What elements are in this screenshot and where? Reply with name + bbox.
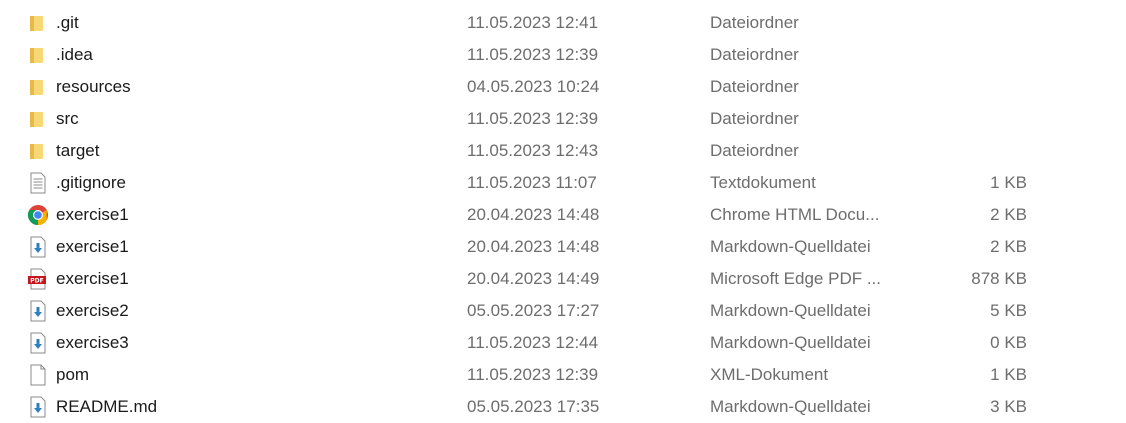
- blank-file-icon: [27, 364, 49, 386]
- file-date: 11.05.2023 11:07: [467, 173, 597, 192]
- file-row[interactable]: .idea 11.05.2023 12:39 Dateiordner: [0, 39, 1126, 71]
- file-date: 05.05.2023 17:35: [467, 397, 600, 416]
- file-row[interactable]: README.md 05.05.2023 17:35 Markdown-Quelld…: [0, 391, 1126, 423]
- file-row[interactable]: .gitignore 11.05.2023 11:07 Textdokument 1 …: [0, 167, 1126, 199]
- file-name: exercise1: [56, 237, 129, 256]
- file-size: 3 KB: [990, 397, 1027, 416]
- folder-icon: [27, 108, 49, 130]
- markdown-file-icon: [27, 236, 49, 258]
- file-size: 0 KB: [990, 333, 1027, 352]
- file-type: Dateiordner: [710, 13, 799, 32]
- file-name: target: [56, 141, 100, 160]
- file-name: .idea: [56, 45, 93, 64]
- file-row[interactable]: .git 11.05.2023 12:41 Dateiordner: [0, 7, 1126, 39]
- file-row[interactable]: exercise1 20.04.2023 14:48 Markdown-Quelld…: [0, 231, 1126, 263]
- file-name: resources: [56, 77, 131, 96]
- file-name: exercise1: [56, 269, 129, 288]
- chrome-icon: [27, 204, 49, 226]
- file-name: exercise1: [56, 205, 129, 224]
- file-size: 878 KB: [971, 269, 1027, 288]
- file-date: 11.05.2023 12:39: [467, 45, 599, 64]
- markdown-file-icon: [27, 332, 49, 354]
- file-type: Dateiordner: [710, 109, 799, 128]
- file-date: 20.04.2023 14:49: [467, 269, 600, 288]
- file-type: XML-Dokument: [710, 365, 829, 384]
- file-date: 20.04.2023 14:48: [467, 237, 600, 256]
- file-date: 11.05.2023 12:39: [467, 365, 599, 384]
- folder-icon: [27, 76, 49, 98]
- file-date: 04.05.2023 10:24: [467, 77, 600, 96]
- file-type: Markdown-Quelldatei: [710, 301, 871, 320]
- file-type: Markdown-Quelldatei: [710, 333, 871, 352]
- file-type: Textdokument: [710, 173, 816, 192]
- file-row[interactable]: exercise2 05.05.2023 17:27 Markdown-Quelld…: [0, 295, 1126, 327]
- folder-icon: [27, 140, 49, 162]
- file-row[interactable]: resources 04.05.2023 10:24 Dateiordner: [0, 71, 1126, 103]
- file-row[interactable]: exercise1 20.04.2023 14:48 Chrome HTML Doc…: [0, 199, 1126, 231]
- file-type: Dateiordner: [710, 77, 799, 96]
- file-name: .gitignore: [56, 173, 126, 192]
- file-row[interactable]: target 11.05.2023 12:43 Dateiordner: [0, 135, 1126, 167]
- file-type: Microsoft Edge PDF ...: [710, 269, 881, 288]
- file-size: 5 KB: [990, 301, 1027, 320]
- file-date: 11.05.2023 12:39: [467, 109, 599, 128]
- text-document-icon: [27, 172, 49, 194]
- file-row[interactable]: PDF exercise1 20.04.2023 14:49 Microsoft Ed…: [0, 263, 1126, 295]
- file-size: 2 KB: [990, 205, 1027, 224]
- file-row[interactable]: pom 11.05.2023 12:39 XML-Dokument 1 KB: [0, 359, 1126, 391]
- file-type: Chrome HTML Docu...: [710, 205, 880, 224]
- file-date: 05.05.2023 17:27: [467, 301, 600, 320]
- svg-text:PDF: PDF: [30, 278, 43, 285]
- file-name: README.md: [56, 397, 158, 416]
- file-type: Dateiordner: [710, 45, 799, 64]
- folder-icon: [27, 12, 49, 34]
- file-date: 11.05.2023 12:43: [467, 141, 599, 160]
- file-name: exercise2: [56, 301, 129, 320]
- file-row[interactable]: exercise3 11.05.2023 12:44 Markdown-Quelld…: [0, 327, 1126, 359]
- file-date: 11.05.2023 12:41: [467, 13, 599, 32]
- file-name: pom: [56, 365, 90, 384]
- file-list: .git 11.05.2023 12:41 Dateiordner .idea 11.0…: [0, 7, 1126, 423]
- file-name: exercise3: [56, 333, 129, 352]
- file-type: Markdown-Quelldatei: [710, 237, 871, 256]
- file-size: 1 KB: [990, 365, 1027, 384]
- file-type: Markdown-Quelldatei: [710, 397, 871, 416]
- file-name: src: [56, 109, 79, 128]
- file-type: Dateiordner: [710, 141, 799, 160]
- file-date: 11.05.2023 12:44: [467, 333, 599, 352]
- file-row[interactable]: src 11.05.2023 12:39 Dateiordner: [0, 103, 1126, 135]
- markdown-file-icon: [27, 396, 49, 418]
- file-name: .git: [56, 13, 79, 32]
- pdf-icon: PDF: [27, 268, 49, 290]
- file-date: 20.04.2023 14:48: [467, 205, 600, 224]
- file-size: 1 KB: [990, 173, 1027, 192]
- file-size: 2 KB: [990, 237, 1027, 256]
- markdown-file-icon: [27, 300, 49, 322]
- folder-icon: [27, 44, 49, 66]
